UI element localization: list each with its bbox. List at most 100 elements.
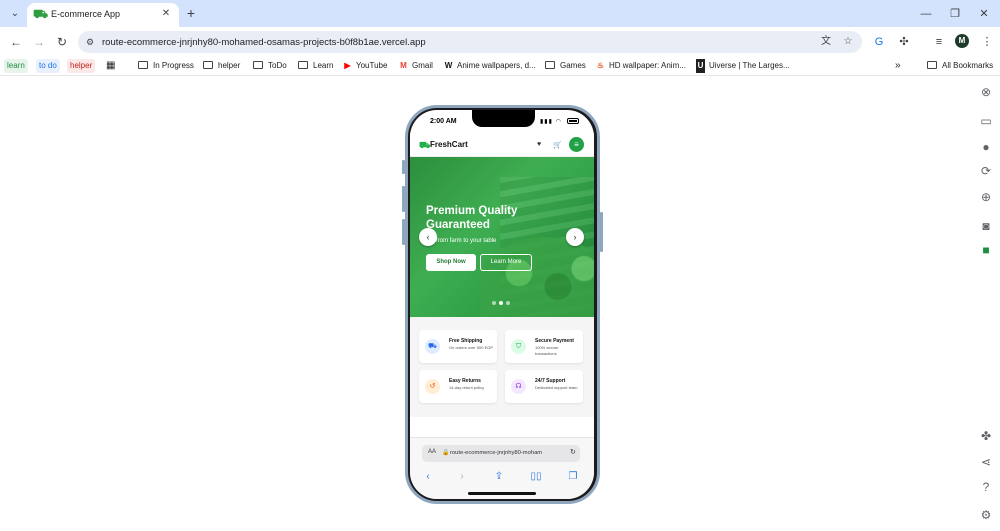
share-icon[interactable]: ⋖ xyxy=(978,454,994,470)
slider-dot[interactable] xyxy=(506,301,510,305)
wallhaven-icon: W xyxy=(444,61,453,70)
signal-wifi-icon: ▮▮▮ ◠ xyxy=(540,119,562,125)
bookmark-gmail[interactable]: M Gmail xyxy=(399,59,433,73)
help-icon[interactable]: ? xyxy=(978,479,994,495)
bookmark-youtube[interactable]: ▶ YouTube xyxy=(343,59,387,73)
share-icon[interactable]: ⇪ xyxy=(492,470,506,484)
info-icon[interactable]: ● xyxy=(978,139,994,155)
google-translate-extension-icon[interactable]: G xyxy=(871,34,887,50)
slider-dot-active[interactable] xyxy=(499,301,503,305)
slider-dot[interactable] xyxy=(492,301,496,305)
bookmark-folder-helper[interactable]: helper xyxy=(203,59,240,73)
freshcart-cart-icon: ⛟ xyxy=(33,7,49,21)
bookmark-label: helper xyxy=(218,61,241,70)
bookmark-folder-learn[interactable]: Learn xyxy=(298,59,333,73)
feature-desc: Dedicated support team xyxy=(535,385,578,390)
brand-logo[interactable]: FreshCart xyxy=(430,140,468,149)
address-bar[interactable]: ⚙ route-ecommerce-jnrjnhy80-mohamed-osam… xyxy=(78,31,862,53)
minimize-button[interactable]: — xyxy=(918,6,934,22)
tab-title: E-commerce App xyxy=(51,9,121,19)
feature-card-easy-returns: ↺ Easy Returns 14-day return policy xyxy=(419,370,497,403)
settings-gear-icon[interactable]: ⚙ xyxy=(978,507,994,523)
screen-record-icon[interactable]: ■ xyxy=(978,242,994,258)
folder-icon xyxy=(927,61,937,69)
reload-button[interactable]: ↻ xyxy=(54,34,70,50)
forward-button[interactable]: → xyxy=(31,34,47,50)
all-bookmarks-label: All Bookmarks xyxy=(942,61,994,70)
profile-avatar[interactable]: M xyxy=(955,34,969,48)
feature-card-support: ☊ 24/7 Support Dedicated support team xyxy=(505,370,583,403)
safari-address-bar[interactable]: AA 🔒 route-ecommerce-jnrjnhy80-moham ↻ xyxy=(422,445,580,462)
feature-title: Secure Payment xyxy=(535,338,574,344)
apps-grid-icon[interactable]: ▦ xyxy=(106,59,115,73)
reload-icon[interactable]: ↻ xyxy=(570,448,576,456)
bookmark-folder-in-progress[interactable]: In Progress xyxy=(138,59,194,73)
close-window-button[interactable]: ✕ xyxy=(976,6,992,22)
status-time: 2:00 AM xyxy=(430,118,457,125)
bookmark-label: In Progress xyxy=(153,61,194,70)
rotate-icon[interactable]: ⟳ xyxy=(978,163,994,179)
safari-url[interactable]: route-ecommerce-jnrjnhy80-moham xyxy=(450,450,568,456)
bookmark-to-do[interactable]: to do xyxy=(36,59,60,73)
shield-icon: ⛉ xyxy=(511,339,526,354)
hero-slider: Premium Quality Guaranteed ...h from far… xyxy=(410,157,594,317)
bookmark-helper[interactable]: helper xyxy=(67,59,96,73)
hamburger-menu-button[interactable]: ≡ xyxy=(569,137,584,152)
folder-icon xyxy=(203,61,213,69)
bookmarks-book-icon[interactable]: ▯▯ xyxy=(529,470,543,484)
bookmark-label: Learn xyxy=(313,61,334,70)
camera-icon[interactable]: ◙ xyxy=(978,218,994,234)
close-icon[interactable]: ⊗ xyxy=(978,84,994,100)
features-section: ⛟ Free Shipping On orders over 500 EGP ⛉… xyxy=(410,317,594,417)
reader-aa-button[interactable]: AA xyxy=(428,449,436,455)
bookmark-label: YouTube xyxy=(356,61,388,70)
all-bookmarks-button[interactable]: All Bookmarks xyxy=(927,59,993,73)
chevron-more-icon[interactable]: » xyxy=(895,59,901,73)
headset-icon: ☊ xyxy=(511,379,526,394)
tabs-icon[interactable]: ❐ xyxy=(566,470,580,484)
zoom-icon[interactable]: ⊕ xyxy=(978,189,994,205)
restore-button[interactable]: ❐ xyxy=(947,6,963,22)
shop-now-button[interactable]: Shop Now xyxy=(426,254,476,271)
home-indicator xyxy=(468,492,536,495)
chevron-left-icon[interactable]: ‹ xyxy=(419,228,437,246)
feature-card-free-shipping: ⛟ Free Shipping On orders over 500 EGP xyxy=(419,330,497,363)
learn-more-button[interactable]: Learn More xyxy=(480,254,532,271)
bookmark-label: Gmail xyxy=(412,61,433,70)
folder-icon xyxy=(138,61,148,69)
puzzle-icon[interactable]: ✤ xyxy=(978,428,994,444)
site-info-icon[interactable]: ⚙ xyxy=(83,35,97,49)
uiverse-icon: U xyxy=(696,59,705,73)
back-button[interactable]: ← xyxy=(8,34,24,50)
chevron-right-icon[interactable]: › xyxy=(566,228,584,246)
active-tab[interactable]: ⛟ E-commerce App ✕ xyxy=(27,3,179,27)
cart-icon[interactable]: 🛒 xyxy=(553,141,562,149)
bookmark-label: Games xyxy=(560,61,586,70)
folder-icon xyxy=(253,61,263,69)
bookmark-folder-todo[interactable]: ToDo xyxy=(253,59,287,73)
feature-desc: 14-day return policy xyxy=(449,385,485,390)
safari-bottom-bar: AA 🔒 route-ecommerce-jnrjnhy80-moham ↻ ‹… xyxy=(410,437,594,499)
bookmark-hd-wallpaper[interactable]: ♨ HD wallpaper: Anim... xyxy=(596,59,686,73)
bookmark-folder-games[interactable]: Games xyxy=(545,59,586,73)
safari-back-icon[interactable]: ‹ xyxy=(421,470,435,484)
app-navbar: ⛟ FreshCart ♥ 🛒 ≡ xyxy=(410,132,594,157)
bookmark-anime-wallpapers[interactable]: W Anime wallpapers, d... xyxy=(444,59,536,73)
heart-icon[interactable]: ♥ xyxy=(537,141,541,148)
bookmark-star-icon[interactable]: ☆ xyxy=(841,35,855,49)
device-icon[interactable]: ▭ xyxy=(978,113,994,129)
new-tab-button[interactable]: + xyxy=(183,5,199,21)
extensions-icon[interactable]: ✣ xyxy=(896,34,912,50)
dynamic-island xyxy=(472,110,535,127)
tab-search-button[interactable]: ⌄ xyxy=(7,6,23,22)
safari-forward-icon[interactable]: › xyxy=(455,470,469,484)
media-controls-icon[interactable]: ≡ xyxy=(931,34,947,50)
bookmark-learn[interactable]: learn xyxy=(4,59,28,73)
close-icon[interactable]: ✕ xyxy=(159,7,173,21)
more-menu-icon[interactable]: ⋮ xyxy=(979,34,995,50)
bookmark-uiverse[interactable]: U Uiverse | The Larges... xyxy=(696,59,790,73)
url-text[interactable]: route-ecommerce-jnrjnhy80-mohamed-osamas… xyxy=(102,37,426,48)
feature-desc: 100% secure transactions xyxy=(535,345,559,356)
hero-vegetables-image xyxy=(480,237,594,317)
translate-icon[interactable]: 文 xyxy=(819,35,833,49)
